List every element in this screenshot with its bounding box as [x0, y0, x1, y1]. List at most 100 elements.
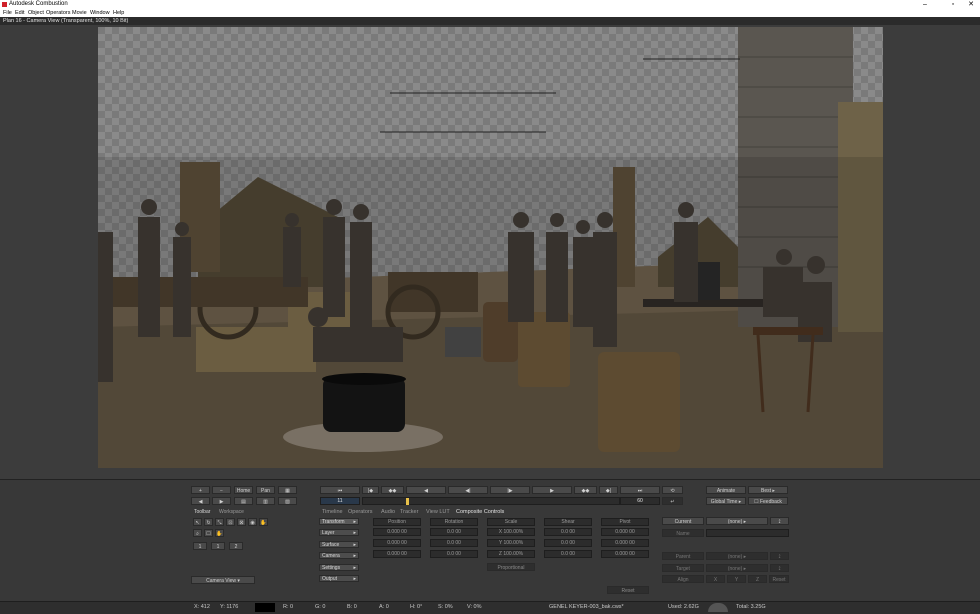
align-y-button[interactable]: Y — [727, 575, 746, 583]
scale-tool-icon[interactable]: ⤡ — [215, 518, 224, 526]
tab-workspace[interactable]: Workspace — [219, 509, 244, 515]
shear-x-field[interactable]: 0.0 00 — [544, 528, 592, 536]
position-y-field[interactable]: 0.000 00 — [373, 539, 421, 547]
color-swatch — [255, 603, 275, 612]
scale-x-field[interactable]: X 100.00% — [487, 528, 535, 536]
menu-movie[interactable]: Movie — [72, 10, 87, 16]
position-z-field[interactable]: 0.000 00 — [373, 550, 421, 558]
shear-y-field[interactable]: 0.0 00 — [544, 539, 592, 547]
category-layer[interactable]: Layer — [319, 529, 359, 536]
next-key-icon[interactable]: ◆◆ — [574, 486, 597, 494]
tab-view-lut[interactable]: View LUT — [426, 509, 450, 515]
step-back-icon[interactable]: ◀| — [448, 486, 488, 494]
shear-tool-icon[interactable]: ⊠ — [237, 518, 246, 526]
reset-button[interactable]: Reset — [607, 586, 649, 594]
home-button[interactable]: Home — [234, 486, 253, 494]
rotation-y-field[interactable]: 0.0 00 — [430, 539, 478, 547]
menu-window[interactable]: Window — [90, 10, 110, 16]
crop-tool-icon[interactable]: ⊡ — [226, 518, 235, 526]
zoom-out-button[interactable]: − — [212, 486, 231, 494]
key-next-icon[interactable]: ◆| — [599, 486, 618, 494]
category-transform[interactable]: Transform — [319, 518, 359, 525]
menu-operators[interactable]: Operators — [46, 10, 70, 16]
target-dropdown[interactable]: (none) ▸ — [706, 564, 768, 572]
rotation-z-field[interactable]: 0.0 00 — [430, 550, 478, 558]
grab-tool-icon[interactable]: ☐ — [204, 529, 213, 537]
current-button[interactable]: Current — [662, 517, 704, 525]
viewport[interactable] — [0, 25, 980, 479]
current-layer-dropdown[interactable]: (none) ▸ — [706, 517, 768, 525]
tab-toolbar[interactable]: Toolbar — [194, 509, 210, 515]
rotate-tool-icon[interactable]: ↻ — [204, 518, 213, 526]
step-forward-icon[interactable]: |▶ — [490, 486, 530, 494]
align-reset-button[interactable]: Reset — [769, 575, 789, 583]
play-reverse-icon[interactable]: ◀ — [406, 486, 446, 494]
tab-composite-controls[interactable]: Composite Controls — [456, 509, 504, 515]
target-pick-icon[interactable]: ⟟ — [770, 564, 789, 572]
category-camera[interactable]: Camera — [319, 552, 359, 559]
camera-view-canvas[interactable] — [98, 27, 883, 468]
pivot-z-field[interactable]: 0.000 00 — [601, 550, 649, 558]
layout-icon[interactable]: ▥ — [256, 497, 275, 505]
scale-z-field[interactable]: Z 100.00% — [487, 550, 535, 558]
arrow-left-icon[interactable]: ◀ — [191, 497, 210, 505]
pan-button[interactable]: Pan — [256, 486, 275, 494]
loop-icon[interactable]: ⟲ — [662, 486, 683, 494]
name-field[interactable] — [706, 529, 789, 537]
shear-z-field[interactable]: 0.0 00 — [544, 550, 592, 558]
feedback-toggle[interactable]: ☐ Feedback — [748, 497, 788, 505]
global-time-dropdown[interactable]: Global Time ▸ — [706, 497, 746, 505]
menu-file[interactable]: File — [3, 10, 12, 16]
zoom-in-button[interactable]: + — [191, 486, 210, 494]
go-to-icon[interactable]: ↵ — [662, 497, 683, 505]
pan-tool-icon[interactable]: ✋ — [259, 518, 268, 526]
view-number-3[interactable]: 2 — [229, 542, 243, 550]
scale-y-field[interactable]: Y 100.00% — [487, 539, 535, 547]
view-grid-icon[interactable]: ▦ — [278, 486, 297, 494]
current-frame-field[interactable]: 11 — [320, 497, 360, 505]
close-icon[interactable]: ✕ — [963, 0, 979, 9]
menu-help[interactable]: Help — [113, 10, 124, 16]
pivot-y-field[interactable]: 0.000 00 — [601, 539, 649, 547]
zoom-tool-icon[interactable]: ⌕ — [193, 529, 202, 537]
position-x-field[interactable]: 0.000 00 — [373, 528, 421, 536]
pick-icon[interactable]: ⟟ — [770, 517, 789, 525]
prev-key-icon[interactable]: |◆ — [362, 486, 379, 494]
menu-edit[interactable]: Edit — [15, 10, 24, 16]
maximize-icon[interactable]: ▫ — [945, 0, 961, 9]
category-settings[interactable]: Settings — [319, 564, 359, 571]
select-tool-icon[interactable]: ↖ — [193, 518, 202, 526]
hand-tool-icon[interactable]: ✋ — [215, 529, 224, 537]
display-mode-icon[interactable]: ▤ — [234, 497, 253, 505]
parent-dropdown[interactable]: (none) ▸ — [706, 552, 768, 560]
category-output[interactable]: Output — [319, 575, 359, 582]
arrow-right-icon[interactable]: ▶ — [212, 497, 231, 505]
tab-tracker[interactable]: Tracker — [400, 509, 418, 515]
tab-audio[interactable]: Audio — [381, 509, 395, 515]
go-to-end-icon[interactable]: ⏭ — [620, 486, 660, 494]
camera-view-dropdown[interactable]: Camera View ▾ — [191, 576, 255, 584]
playhead[interactable] — [406, 498, 409, 505]
proportional-button[interactable]: Proportional — [487, 563, 535, 571]
camera-tool-icon[interactable]: ◉ — [248, 518, 257, 526]
parent-pick-icon[interactable]: ⟟ — [770, 552, 789, 560]
align-z-button[interactable]: Z — [748, 575, 767, 583]
time-slider[interactable] — [362, 497, 620, 505]
view-number-2[interactable]: 1 — [211, 542, 225, 550]
set-key-icon[interactable]: ◆◆ — [381, 486, 404, 494]
view-number-1[interactable]: 1 — [193, 542, 207, 550]
align-x-button[interactable]: X — [706, 575, 725, 583]
minimize-icon[interactable]: – — [917, 0, 933, 9]
split-view-icon[interactable]: ▧ — [278, 497, 297, 505]
tab-operators[interactable]: Operators — [348, 509, 372, 515]
rotation-x-field[interactable]: 0.0 00 — [430, 528, 478, 536]
pivot-x-field[interactable]: 0.000 00 — [601, 528, 649, 536]
end-frame-field[interactable]: 60 — [620, 497, 660, 505]
animate-button[interactable]: Animate — [706, 486, 746, 494]
menu-object[interactable]: Object — [28, 10, 44, 16]
play-icon[interactable]: ▶ — [532, 486, 572, 494]
go-to-start-icon[interactable]: ⏮ — [320, 486, 360, 494]
tab-timeline[interactable]: Timeline — [322, 509, 343, 515]
best-quality-dropdown[interactable]: Best ▸ — [748, 486, 788, 494]
category-surface[interactable]: Surface — [319, 541, 359, 548]
